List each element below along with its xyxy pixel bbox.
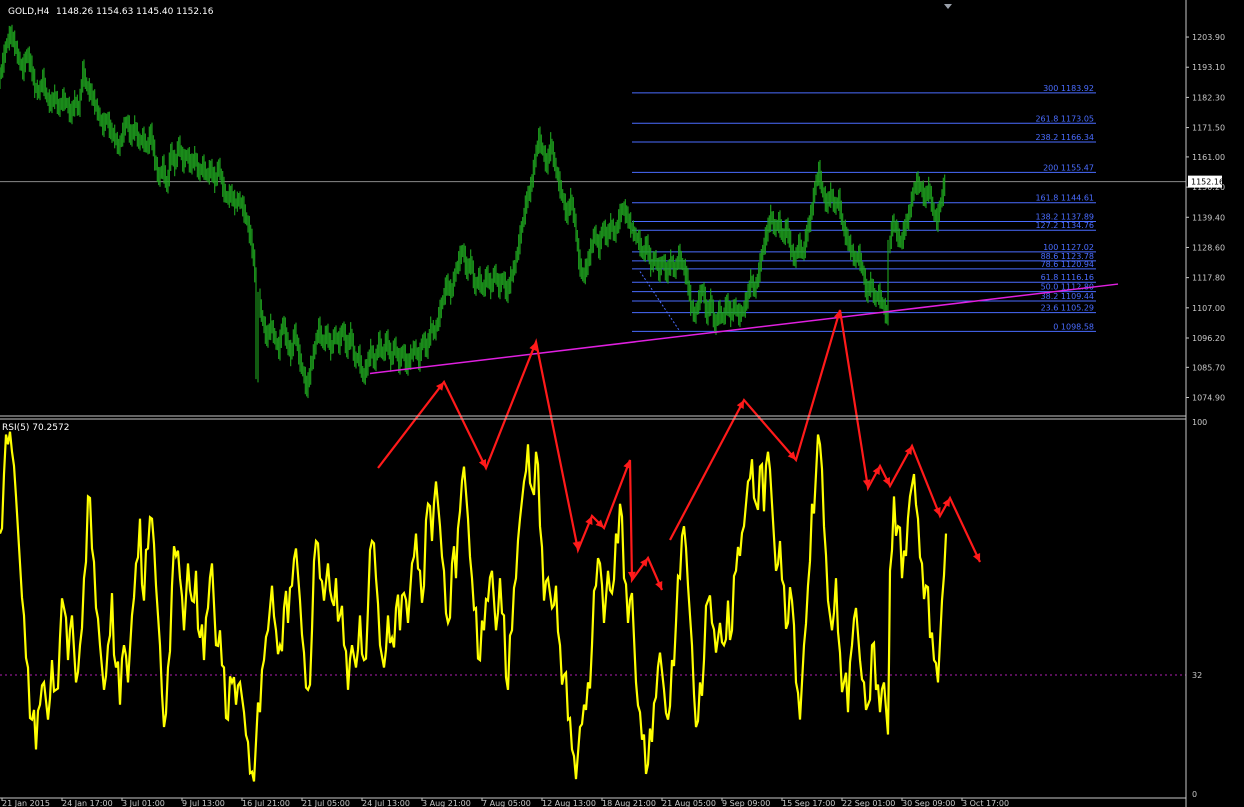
price-tick-label: 1171.50 [1192,124,1225,133]
price-tick-label: 1139.40 [1192,213,1225,222]
fib-level-label: 127.2 1134.76 [1035,221,1094,230]
time-tick-label: 24 Jul 13:00 [362,799,410,807]
fib-level-label: 0 1098.58 [1053,322,1094,331]
fib-level-label: 38.2 1109.44 [1041,292,1094,301]
price-tick-label: 1096.20 [1192,334,1225,343]
fib-level-label: 23.6 1105.29 [1041,304,1094,313]
price-tick-label: 1074.90 [1192,394,1225,403]
time-tick-label: 9 Jul 13:00 [182,799,225,807]
fib-level-label: 61.8 1116.16 [1041,273,1094,282]
time-tick-label: 21 Jul 05:00 [302,799,350,807]
time-tick-label: 21 Jan 2015 [2,799,50,807]
annotation-arrow [377,338,664,591]
fib-level-label: 78.6 1120.94 [1041,260,1094,269]
current-price-label: 1152.16 [1191,178,1224,187]
price-tick-label: 1117.80 [1192,274,1225,283]
chart-canvas: 300 1183.92 261.8 1173.05 238.2 1166.34 200… [0,0,1225,807]
time-tick-label: 15 Sep 17:00 [782,799,835,807]
time-tick-label: 9 Sep 09:00 [722,799,770,807]
rsi-tick-label: 32 [1192,671,1202,680]
time-tick-label: 3 Aug 21:00 [422,799,471,807]
price-tick-label: 1193.10 [1192,63,1225,72]
header-symbol: GOLD,H4 [8,7,50,17]
fib-level-label: 100 1127.02 [1043,243,1094,252]
rsi-line [0,431,948,782]
fib-level-label: 238.2 1166.34 [1035,133,1094,142]
price-tick-label: 1128.60 [1192,243,1225,252]
price-tick-label: 1182.30 [1192,93,1225,102]
fib-level-label: 261.8 1173.05 [1035,114,1094,123]
time-tick-label: 7 Aug 05:00 [482,799,531,807]
rsi-tick-label: 0 [1192,790,1197,799]
fib-level-label: 300 1183.92 [1043,84,1094,93]
trendline [369,283,1119,375]
price-tick-label: 1203.90 [1192,33,1225,42]
chart-shift-marker [944,4,952,9]
price-tick-label: 1161.00 [1192,153,1225,162]
time-tick-label: 21 Aug 05:00 [662,799,716,807]
time-tick-label: 18 Aug 21:00 [602,799,656,807]
fib-level-label: 161.8 1144.61 [1035,194,1094,203]
time-tick-label: 16 Jul 21:00 [242,799,290,807]
fib-level-label: 200 1155.47 [1043,163,1094,172]
price-tick-label: 1107.00 [1192,304,1225,313]
time-tick-label: 30 Sep 09:00 [902,799,955,807]
time-tick-label: 3 Oct 17:00 [962,799,1009,807]
price-tick-label: 1085.70 [1192,363,1225,372]
time-tick-label: 22 Sep 01:00 [842,799,895,807]
time-tick-label: 12 Aug 13:00 [542,799,596,807]
header-ohlc: 1148.26 1154.63 1145.40 1152.16 [56,7,214,17]
annotation-layer [377,309,981,591]
time-tick-label: 3 Jul 01:00 [122,799,165,807]
rsi-panel: 100 32 0 [0,418,1207,799]
price-panel: 300 1183.92 261.8 1173.05 238.2 1166.34 200… [0,24,1225,403]
time-tick-label: 24 Jan 17:00 [62,799,113,807]
rsi-header: RSI(5) 70.2572 [2,423,69,433]
rsi-tick-label: 100 [1192,418,1207,427]
fib-level-label: 138.2 1137.89 [1035,212,1094,221]
